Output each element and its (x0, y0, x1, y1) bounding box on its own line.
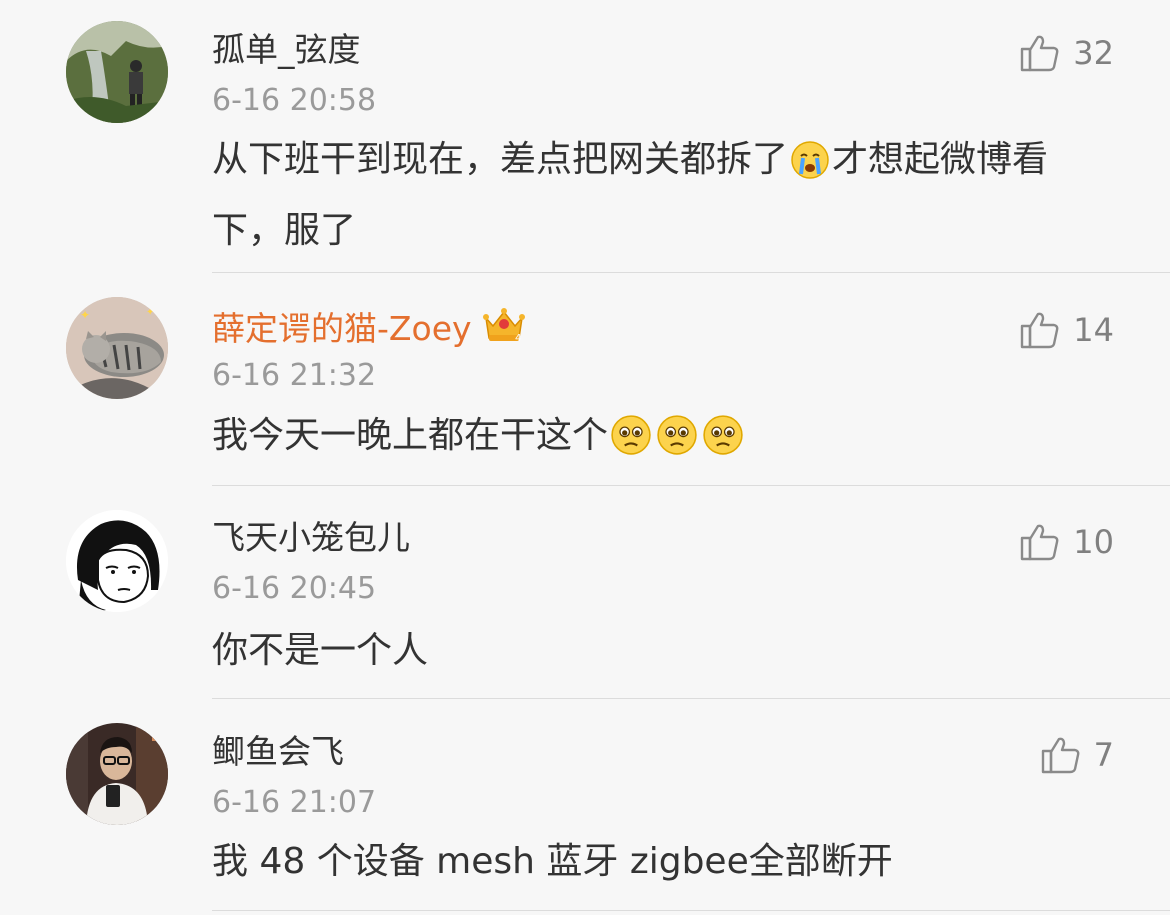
comment-time: 6-16 20:58 (212, 83, 377, 118)
pleading-emoji-icon (702, 414, 744, 476)
thumbs-up-icon (1021, 524, 1059, 561)
username[interactable]: 孤单_弦度 (212, 28, 361, 72)
username[interactable]: 薛定谔的猫-Zoey 4 (212, 304, 526, 355)
avatar[interactable] (66, 723, 168, 825)
comment-text: 我 48 个设备 mesh 蓝牙 zigbee全部断开 (212, 841, 893, 882)
like-button[interactable]: 14 (1019, 308, 1114, 352)
username-text: 薛定谔的猫-Zoey (212, 309, 472, 348)
like-count: 7 (1093, 736, 1114, 774)
like-count: 14 (1073, 311, 1114, 349)
like-count: 10 (1073, 523, 1114, 561)
comment-text: 你不是一个人 (212, 630, 429, 671)
comment-text-part: 从下班干到现在，差点把网关都拆了 (212, 139, 789, 180)
avatar[interactable]: ✦ ✦ (66, 297, 168, 399)
divider (212, 272, 1170, 273)
thumbs-up-icon (1021, 312, 1059, 349)
avatar[interactable] (66, 21, 168, 123)
username[interactable]: 鲫鱼会飞 (212, 730, 344, 774)
divider (212, 910, 1170, 911)
pleading-emoji-icon (610, 414, 652, 476)
comment-text: 我今天一晚上都在干这个 (212, 405, 1112, 476)
comment-time: 6-16 20:45 (212, 571, 377, 606)
like-button[interactable]: 32 (1019, 31, 1114, 75)
like-count: 32 (1073, 34, 1114, 72)
divider (212, 698, 1170, 699)
thumbs-up-icon (1041, 737, 1080, 774)
svg-text:✦: ✦ (80, 308, 90, 322)
comment-time: 6-16 21:07 (212, 785, 377, 820)
crying-emoji-icon (790, 138, 830, 200)
like-button[interactable]: 7 (1040, 733, 1114, 777)
divider (212, 485, 1170, 486)
username[interactable]: 飞天小笼包儿 (212, 516, 410, 560)
avatar[interactable] (66, 510, 168, 612)
comment-text-part: 我今天一晚上都在干这个 (212, 415, 609, 456)
thumbs-up-icon (1021, 35, 1059, 72)
svg-text:✦: ✦ (146, 307, 154, 318)
comment-text: 从下班干到现在，差点把网关都拆了 才想起微博看下，服了 (212, 129, 1112, 262)
crown-vip-icon[interactable]: 4 (482, 304, 526, 355)
svg-text:4: 4 (515, 333, 521, 344)
comment-time: 6-16 21:32 (212, 358, 377, 393)
pleading-emoji-icon (656, 414, 698, 476)
like-button[interactable]: 10 (1019, 520, 1114, 564)
